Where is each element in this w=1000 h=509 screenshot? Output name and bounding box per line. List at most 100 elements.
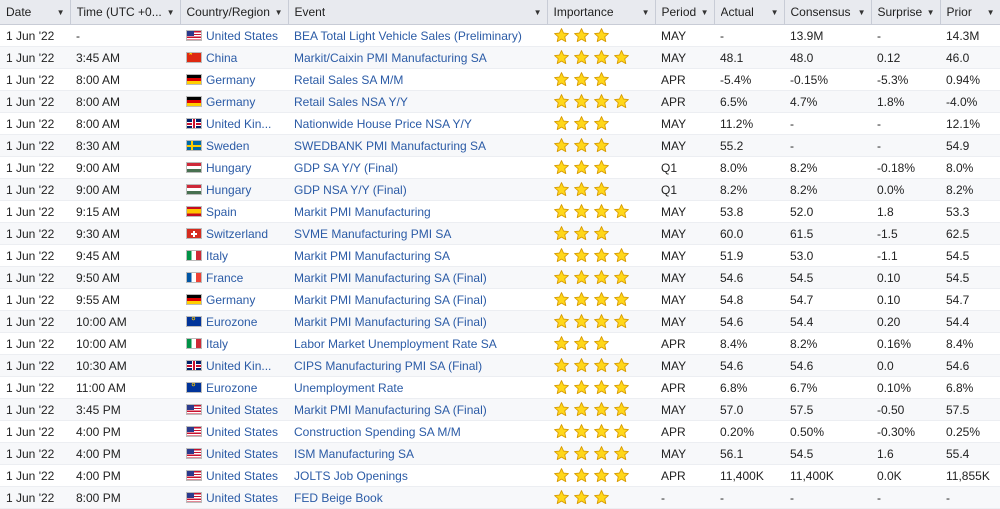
event-link[interactable]: Markit PMI Manufacturing SA (Final) (294, 271, 487, 285)
country-cell[interactable]: United States (180, 24, 288, 47)
country-link[interactable]: Germany (206, 293, 255, 307)
column-header-actual[interactable]: Actual ▼ (714, 0, 785, 25)
column-header-country[interactable]: Country/Region ▼ (180, 0, 289, 25)
event-cell[interactable]: Markit/Caixin PMI Manufacturing SA (288, 46, 547, 69)
table-row[interactable]: 1 Jun '22 8:00 AM United Kin... Nationwide … (0, 112, 1000, 135)
country-cell[interactable]: Sweden (180, 134, 288, 157)
event-cell[interactable]: ISM Manufacturing SA (288, 442, 547, 465)
country-cell[interactable]: United States (180, 420, 288, 443)
event-cell[interactable]: Retail Sales SA M/M (288, 68, 547, 91)
event-cell[interactable]: Nationwide House Price NSA Y/Y (288, 112, 547, 135)
country-link[interactable]: Germany (206, 95, 255, 109)
event-link[interactable]: FED Beige Book (294, 491, 383, 505)
country-link[interactable]: Germany (206, 73, 255, 87)
event-link[interactable]: Labor Market Unemployment Rate SA (294, 337, 497, 351)
event-link[interactable]: Markit PMI Manufacturing SA (Final) (294, 403, 487, 417)
country-link[interactable]: Hungary (206, 183, 251, 197)
table-row[interactable]: 1 Jun '22 10:30 AM United Kin... CIPS Manuf… (0, 354, 1000, 377)
event-cell[interactable]: Construction Spending SA M/M (288, 420, 547, 443)
event-cell[interactable]: Labor Market Unemployment Rate SA (288, 332, 547, 355)
event-link[interactable]: SWEDBANK PMI Manufacturing SA (294, 139, 486, 153)
country-link[interactable]: United States (206, 469, 278, 483)
column-header-period[interactable]: Period ▼ (655, 0, 715, 25)
country-cell[interactable]: United Kin... (180, 354, 288, 377)
event-cell[interactable]: Unemployment Rate (288, 376, 547, 399)
country-cell[interactable]: Hungary (180, 156, 288, 179)
event-link[interactable]: BEA Total Light Vehicle Sales (Prelimina… (294, 29, 522, 43)
event-cell[interactable]: JOLTS Job Openings (288, 464, 547, 487)
table-row[interactable]: 1 Jun '22 3:45 PM United States Markit PMI … (0, 398, 1000, 421)
country-cell[interactable]: United States (180, 486, 288, 509)
table-row[interactable]: 1 Jun '223:45 AM China Markit/Caixin PMI M… (0, 46, 1000, 69)
event-link[interactable]: JOLTS Job Openings (294, 469, 408, 483)
event-cell[interactable]: Markit PMI Manufacturing SA (Final) (288, 266, 547, 289)
table-row[interactable]: 1 Jun '22 4:00 PM United States JOLTS Job O… (0, 464, 1000, 487)
table-row[interactable]: 1 Jun '22 10:00 AM Italy Labor Market Unemp… (0, 332, 1000, 355)
sort-caret-icon[interactable]: ▼ (275, 8, 283, 17)
column-header-date[interactable]: Date ▼ (0, 0, 71, 25)
event-link[interactable]: Retail Sales NSA Y/Y (294, 95, 408, 109)
sort-caret-icon[interactable]: ▼ (57, 8, 65, 17)
event-cell[interactable]: FED Beige Book (288, 486, 547, 509)
sort-caret-icon[interactable]: ▼ (642, 8, 650, 17)
country-cell[interactable]: Germany (180, 68, 288, 91)
country-cell[interactable]: France (180, 266, 288, 289)
table-row[interactable]: 1 Jun '22 9:15 AM Spain Markit PMI Manufact… (0, 200, 1000, 223)
sort-caret-icon[interactable]: ▼ (701, 8, 709, 17)
event-cell[interactable]: Markit PMI Manufacturing SA (288, 244, 547, 267)
country-link[interactable]: France (206, 271, 243, 285)
country-cell[interactable]: Hungary (180, 178, 288, 201)
country-link[interactable]: Sweden (206, 139, 249, 153)
column-header-prior[interactable]: Prior ▼ (940, 0, 1000, 25)
event-link[interactable]: Markit PMI Manufacturing SA (Final) (294, 315, 487, 329)
country-cell[interactable]: Eurozone (180, 376, 288, 399)
column-header-time[interactable]: Time (UTC +0... ▼ (70, 0, 181, 25)
event-cell[interactable]: Markit PMI Manufacturing (288, 200, 547, 223)
country-link[interactable]: United States (206, 447, 278, 461)
event-cell[interactable]: Retail Sales NSA Y/Y (288, 90, 547, 113)
event-cell[interactable]: SVME Manufacturing PMI SA (288, 222, 547, 245)
event-link[interactable]: Markit PMI Manufacturing SA (Final) (294, 293, 487, 307)
event-cell[interactable]: Markit PMI Manufacturing SA (Final) (288, 288, 547, 311)
event-link[interactable]: Markit/Caixin PMI Manufacturing SA (294, 51, 487, 65)
event-cell[interactable]: BEA Total Light Vehicle Sales (Prelimina… (288, 24, 547, 47)
sort-caret-icon[interactable]: ▼ (927, 8, 935, 17)
column-header-importance[interactable]: Importance ▼ (547, 0, 656, 25)
event-cell[interactable]: Markit PMI Manufacturing SA (Final) (288, 310, 547, 333)
column-header-consensus[interactable]: Consensus ▼ (784, 0, 872, 25)
table-row[interactable]: 1 Jun '22 4:00 PM United States ISM Manufac… (0, 442, 1000, 465)
table-row[interactable]: 1 Jun '22 9:55 AM Germany Markit PMI Manufa… (0, 288, 1000, 311)
event-cell[interactable]: SWEDBANK PMI Manufacturing SA (288, 134, 547, 157)
country-link[interactable]: Italy (206, 249, 228, 263)
country-link[interactable]: United States (206, 29, 278, 43)
event-cell[interactable]: GDP NSA Y/Y (Final) (288, 178, 547, 201)
country-cell[interactable]: United Kin... (180, 112, 288, 135)
country-link[interactable]: Eurozone (206, 315, 257, 329)
table-row[interactable]: 1 Jun '2210:00 AM Eurozone Markit PMI Manu… (0, 310, 1000, 333)
table-row[interactable]: 1 Jun '22 9:50 AM France Markit PMI Manufac… (0, 266, 1000, 289)
event-link[interactable]: ISM Manufacturing SA (294, 447, 414, 461)
country-link[interactable]: Switzerland (206, 227, 268, 241)
table-row[interactable]: 1 Jun '22 8:30 AM Sweden SWEDBANK PMI Manuf… (0, 134, 1000, 157)
country-cell[interactable]: Switzerland (180, 222, 288, 245)
country-cell[interactable]: China (180, 46, 288, 69)
country-cell[interactable]: Spain (180, 200, 288, 223)
country-cell[interactable]: United States (180, 464, 288, 487)
country-link[interactable]: United States (206, 425, 278, 439)
country-cell[interactable]: Italy (180, 332, 288, 355)
sort-caret-icon[interactable]: ▼ (858, 8, 866, 17)
table-row[interactable]: 1 Jun '22 4:00 PM United States Constructio… (0, 420, 1000, 443)
table-row[interactable]: 1 Jun '22 9:00 AM Hungary GDP SA Y/Y (Final… (0, 156, 1000, 179)
country-link[interactable]: United Kin... (206, 359, 271, 373)
event-link[interactable]: Nationwide House Price NSA Y/Y (294, 117, 472, 131)
table-row[interactable]: 1 Jun '22 8:00 AM Germany Retail Sales SA M… (0, 68, 1000, 91)
country-link[interactable]: Hungary (206, 161, 251, 175)
country-cell[interactable]: United States (180, 442, 288, 465)
country-cell[interactable]: Eurozone (180, 310, 288, 333)
event-link[interactable]: Construction Spending SA M/M (294, 425, 461, 439)
event-link[interactable]: GDP NSA Y/Y (Final) (294, 183, 407, 197)
country-link[interactable]: Eurozone (206, 381, 257, 395)
table-row[interactable]: 1 Jun '22 9:45 AM Italy Markit PMI Manufact… (0, 244, 1000, 267)
country-link[interactable]: United Kin... (206, 117, 271, 131)
sort-caret-icon[interactable]: ▼ (987, 8, 995, 17)
